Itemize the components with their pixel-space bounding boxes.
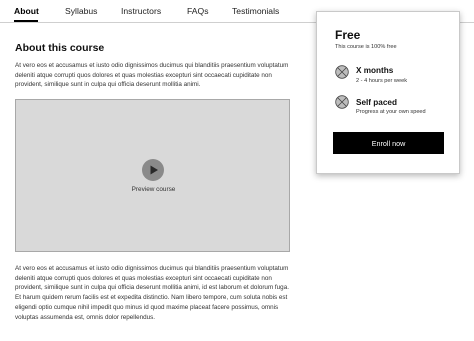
tab-syllabus[interactable]: Syllabus — [65, 6, 97, 17]
active-tab-indicator — [14, 20, 38, 22]
tab-testimonials[interactable]: Testimonials — [232, 6, 279, 17]
intro-paragraph: At vero eos et accusamus et iusto odio d… — [15, 62, 289, 89]
body-paragraph: At vero eos et accusamus et iusto odio d… — [15, 265, 289, 321]
enroll-button[interactable]: Enroll now — [333, 132, 444, 154]
enroll-card: Free This course is 100% free X months 2… — [316, 11, 460, 174]
pace-title: Self paced — [356, 98, 397, 107]
tab-about[interactable]: About — [14, 6, 39, 17]
duration-placeholder-icon — [335, 65, 349, 79]
page-title: About this course — [15, 42, 105, 54]
tab-faqs[interactable]: FAQs — [187, 6, 209, 17]
price-label: Free — [335, 28, 361, 42]
video-preview[interactable]: Preview course — [15, 99, 290, 252]
play-button[interactable] — [142, 159, 164, 181]
pace-placeholder-icon — [335, 95, 349, 109]
price-note: This course is 100% free — [335, 44, 397, 50]
play-icon — [150, 165, 158, 175]
duration-subtitle: 2 - 4 hours per week — [356, 78, 407, 84]
duration-title: X months — [356, 66, 394, 75]
pace-subtitle: Progress at your own speed — [356, 109, 426, 115]
tab-instructors[interactable]: Instructors — [121, 6, 161, 17]
preview-course-label: Preview course — [131, 186, 176, 193]
